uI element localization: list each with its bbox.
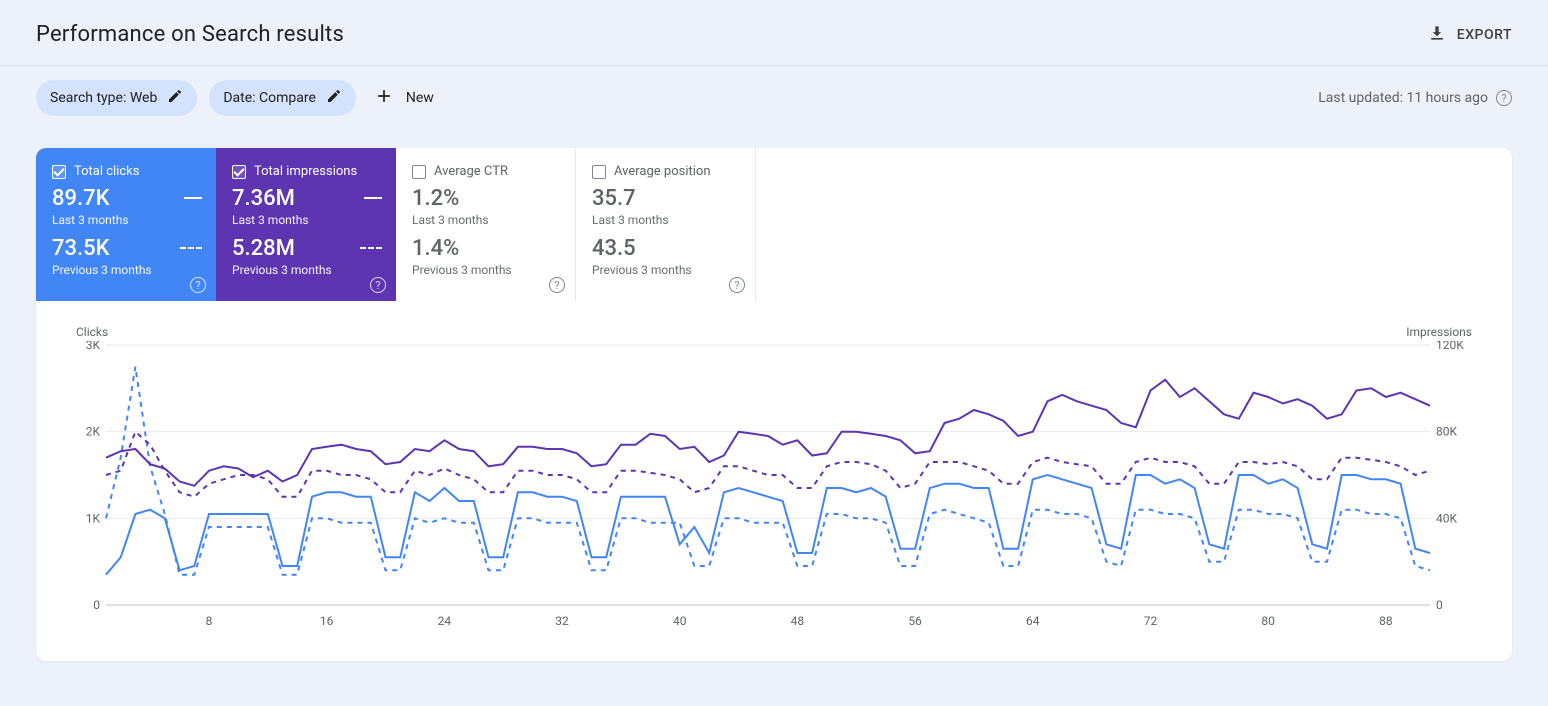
last-updated-label: Last updated: 11 hours ago [1318, 90, 1488, 106]
pencil-icon [167, 88, 183, 108]
header: Performance on Search results EXPORT [0, 0, 1548, 66]
svg-text:48: 48 [791, 614, 805, 628]
performance-chart: 0 1K 2K 3K 0 40K 80K 120K 8 16 24 32 40 48 56 64 72 80 88 [72, 341, 1476, 631]
download-icon [1427, 23, 1447, 47]
search-type-chip[interactable]: Search type: Web [36, 80, 197, 116]
metric-label: Average CTR [434, 164, 508, 179]
help-icon[interactable]: ? [370, 277, 386, 293]
svg-text:88: 88 [1379, 614, 1393, 628]
checkbox-icon [232, 165, 246, 179]
metric-previous-period: Previous 3 months [592, 263, 741, 277]
checkbox-icon [592, 165, 606, 179]
left-axis-label: Clicks [76, 325, 108, 339]
svg-text:80: 80 [1261, 614, 1275, 628]
date-chip-label: Date: Compare [223, 90, 316, 106]
metric-tab-position[interactable]: Average position 35.7 Last 3 months 43.5… [576, 148, 756, 301]
add-filter-label: New [406, 90, 434, 106]
help-icon[interactable]: ? [549, 277, 565, 293]
right-axis-label: Impressions [1406, 325, 1472, 339]
page-title: Performance on Search results [36, 22, 344, 47]
metric-previous-value: 5.28M [232, 237, 332, 261]
dashed-line-icon [360, 247, 382, 249]
solid-line-icon [184, 197, 202, 199]
metric-current-value: 89.7K [52, 187, 129, 211]
metric-current-period: Last 3 months [412, 213, 561, 227]
svg-text:32: 32 [555, 614, 569, 628]
metric-label: Average position [614, 164, 711, 179]
svg-text:8: 8 [206, 614, 213, 628]
date-chip[interactable]: Date: Compare [209, 80, 356, 116]
metric-current-value: 1.2% [412, 187, 561, 211]
metric-previous-period: Previous 3 months [52, 263, 152, 277]
solid-line-icon [364, 197, 382, 199]
metric-current-period: Last 3 months [52, 213, 129, 227]
plus-icon [374, 86, 394, 110]
svg-text:120K: 120K [1436, 341, 1464, 352]
svg-text:2K: 2K [86, 425, 101, 439]
metric-current-period: Last 3 months [232, 213, 309, 227]
help-icon[interactable]: ? [190, 277, 206, 293]
metric-tab-ctr[interactable]: Average CTR 1.2% Last 3 months 1.4% Prev… [396, 148, 576, 301]
pencil-icon [326, 88, 342, 108]
chart-area: Clicks Impressions 0 1K 2K 3K 0 40K 80K 120K 8 16… [36, 301, 1512, 661]
help-icon[interactable]: ? [729, 277, 745, 293]
checkbox-icon [412, 165, 426, 179]
metric-label: Total clicks [74, 164, 139, 179]
help-icon[interactable]: ? [1496, 90, 1512, 106]
add-filter-button[interactable]: New [368, 82, 440, 114]
metric-label: Total impressions [254, 164, 357, 179]
metric-previous-period: Previous 3 months [232, 263, 332, 277]
last-updated: Last updated: 11 hours ago ? [1318, 90, 1512, 106]
svg-text:16: 16 [320, 614, 334, 628]
metric-current-value: 35.7 [592, 187, 741, 211]
svg-text:24: 24 [438, 614, 452, 628]
svg-text:40: 40 [673, 614, 687, 628]
search-type-chip-label: Search type: Web [50, 90, 157, 106]
svg-text:1K: 1K [86, 512, 101, 526]
svg-text:72: 72 [1144, 614, 1158, 628]
export-label: EXPORT [1457, 27, 1512, 43]
export-button[interactable]: EXPORT [1427, 23, 1512, 47]
metric-tab-clicks[interactable]: Total clicks 89.7K Last 3 months 73.5K P… [36, 148, 216, 301]
metric-previous-period: Previous 3 months [412, 263, 561, 277]
metric-tab-impressions[interactable]: Total impressions 7.36M Last 3 months 5.… [216, 148, 396, 301]
metric-previous-value: 43.5 [592, 237, 741, 261]
performance-card: Total clicks 89.7K Last 3 months 73.5K P… [36, 148, 1512, 661]
svg-text:64: 64 [1026, 614, 1040, 628]
svg-text:40K: 40K [1436, 512, 1457, 526]
metric-tabs: Total clicks 89.7K Last 3 months 73.5K P… [36, 148, 1512, 301]
svg-text:0: 0 [1436, 598, 1443, 612]
metric-previous-value: 73.5K [52, 237, 152, 261]
svg-text:56: 56 [908, 614, 922, 628]
svg-text:0: 0 [93, 598, 100, 612]
svg-text:80K: 80K [1436, 425, 1457, 439]
checkbox-icon [52, 165, 66, 179]
metric-current-period: Last 3 months [592, 213, 741, 227]
svg-text:3K: 3K [86, 341, 101, 352]
filters-row: Search type: Web Date: Compare New Last … [0, 66, 1548, 130]
metric-previous-value: 1.4% [412, 237, 561, 261]
dashed-line-icon [180, 247, 202, 249]
metric-current-value: 7.36M [232, 187, 309, 211]
